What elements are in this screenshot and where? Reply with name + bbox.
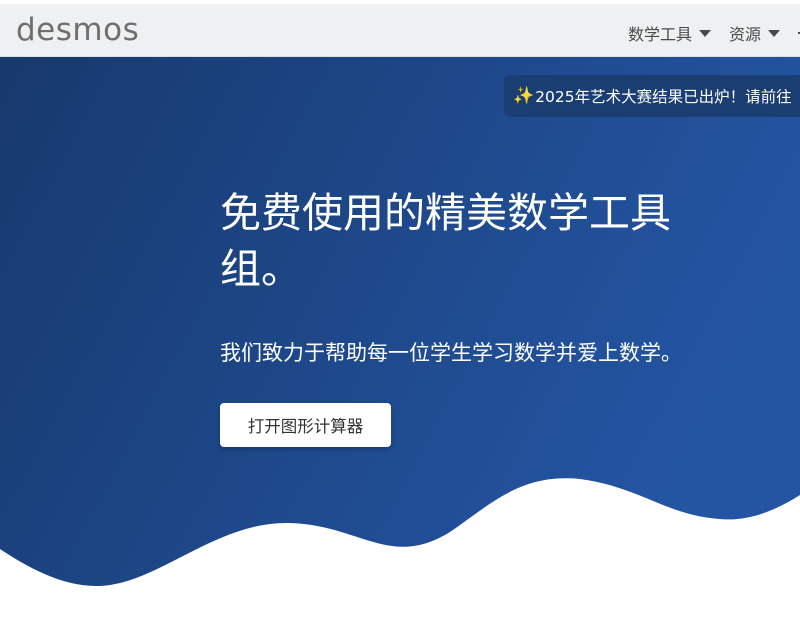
caret-down-icon bbox=[698, 29, 711, 37]
nav-resources-label: 资源 bbox=[728, 25, 761, 44]
hero-section: ✨ 2025年艺术大赛结果已出炉！请前往 免费使用的精美数学工具组。 我们致力于… bbox=[0, 57, 800, 618]
hero-subheading: 我们致力于帮助每一位学生学习数学并爱上数学。 bbox=[220, 341, 682, 365]
nav-math-tools-label: 数学工具 bbox=[627, 25, 692, 44]
top-navbar: desmos 数学工具 资源 bbox=[0, 4, 800, 57]
open-graphing-calculator-button[interactable]: 打开图形计算器 bbox=[220, 403, 391, 447]
desmos-logo[interactable]: desmos bbox=[16, 12, 139, 48]
main-nav: 数学工具 资源 bbox=[628, 21, 800, 45]
sparkles-icon: ✨ bbox=[513, 86, 535, 106]
nav-math-tools-dropdown[interactable]: 数学工具 bbox=[628, 21, 711, 45]
nav-resources-dropdown[interactable]: 资源 bbox=[729, 21, 780, 45]
hero-headline: 免费使用的精美数学工具组。 bbox=[220, 189, 671, 293]
announcement-banner[interactable]: ✨ 2025年艺术大赛结果已出炉！请前往 bbox=[504, 75, 800, 117]
announcement-text: 2025年艺术大赛结果已出炉！请前往 bbox=[535, 88, 792, 106]
caret-down-icon bbox=[768, 29, 780, 37]
